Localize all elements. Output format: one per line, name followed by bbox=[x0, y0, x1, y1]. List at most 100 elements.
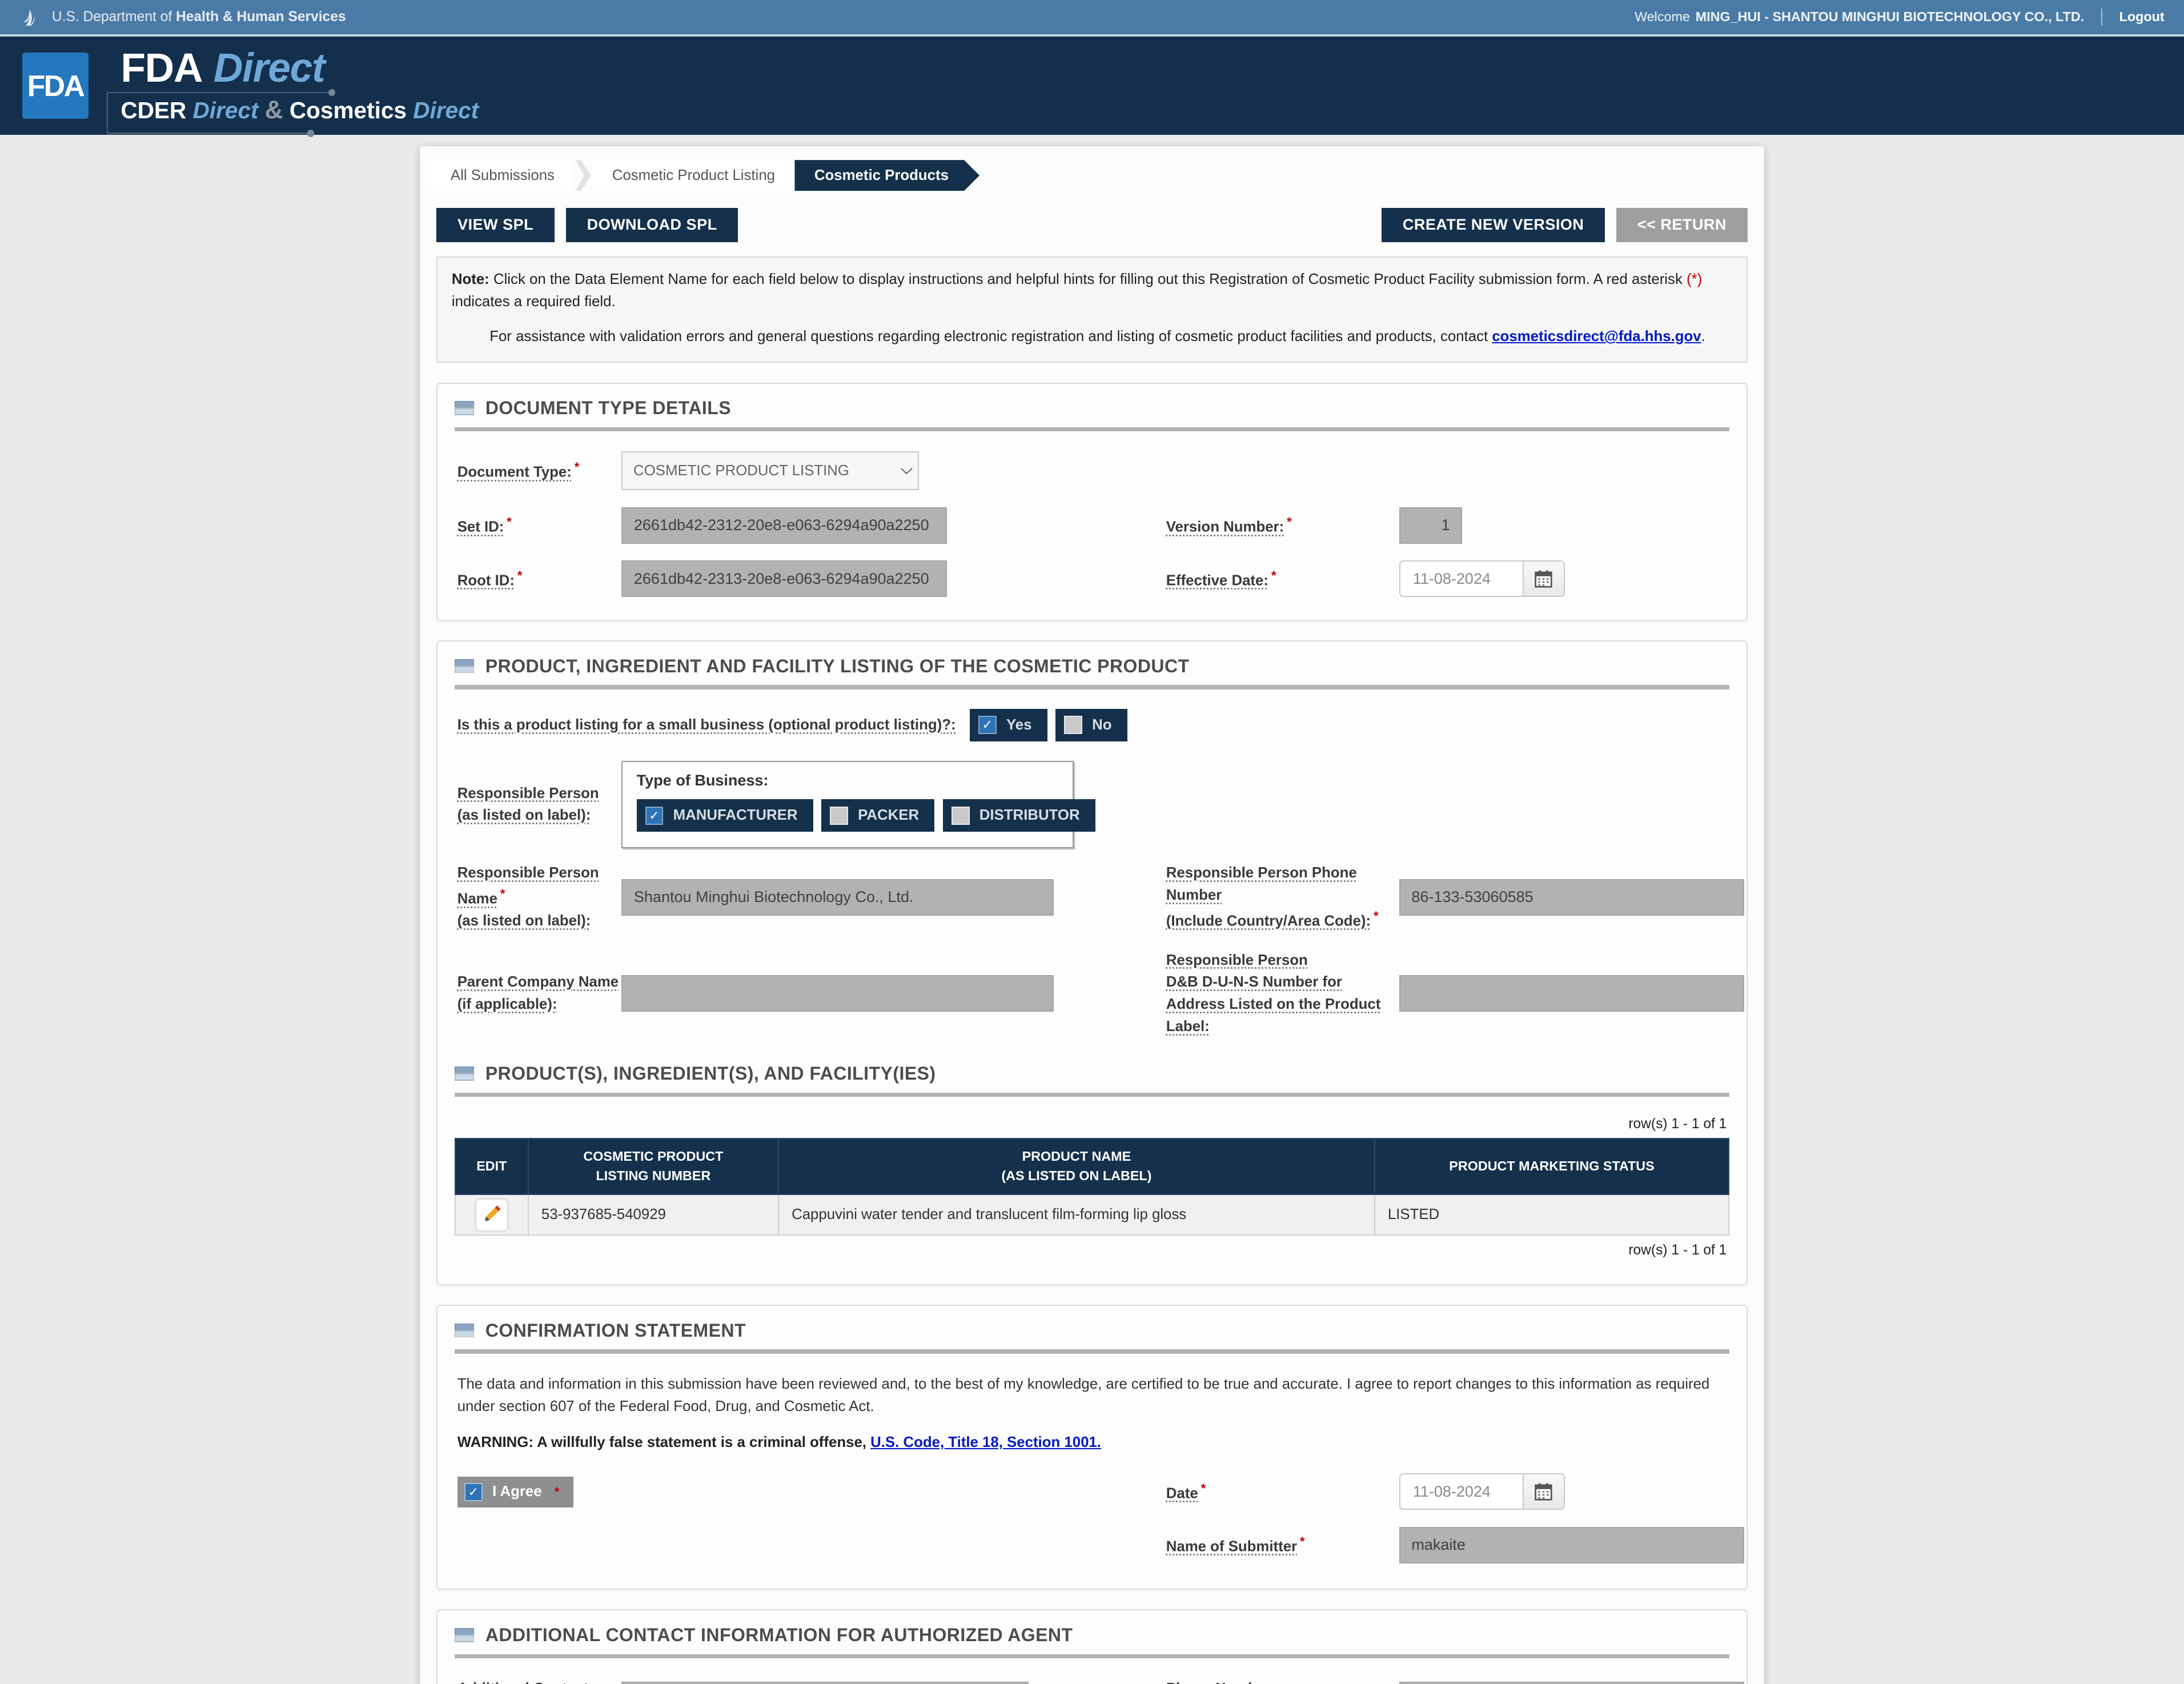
responsible-person-name-label[interactable]: Responsible Person Name*(as listed on la… bbox=[457, 862, 599, 932]
i-agree-toggle[interactable]: ✓ I Agree * bbox=[457, 1477, 573, 1507]
confirmation-date-field[interactable] bbox=[1399, 1473, 1523, 1510]
effective-date-label[interactable]: Effective Date:* bbox=[1166, 566, 1276, 592]
effective-date-calendar-button[interactable] bbox=[1523, 560, 1565, 597]
manufacturer-toggle[interactable]: ✓ MANUFACTURER bbox=[637, 799, 813, 832]
section-title: DOCUMENT TYPE DETAILS bbox=[485, 398, 731, 419]
unchecked-checkbox-icon bbox=[1064, 716, 1082, 734]
page-body: All Submissions Cosmetic Product Listing… bbox=[0, 135, 2184, 1684]
banner-rule-bottom bbox=[107, 133, 310, 134]
checked-checkbox-icon: ✓ bbox=[645, 807, 664, 825]
section-collapse-icon[interactable] bbox=[455, 1066, 474, 1081]
fda-direct-page: U.S. Department of Health & Human Servic… bbox=[0, 0, 2184, 1684]
banner-rule-left bbox=[107, 92, 108, 133]
small-business-no-toggle[interactable]: No bbox=[1055, 709, 1127, 741]
responsible-person-phone-field bbox=[1399, 879, 1745, 916]
topbar-divider bbox=[2101, 9, 2102, 25]
listing-number-column-header: COSMETIC PRODUCT LISTING NUMBER bbox=[528, 1138, 778, 1194]
confirmation-text: The data and information in this submiss… bbox=[457, 1373, 1727, 1417]
banner-rule-top bbox=[107, 92, 331, 93]
effective-date-group bbox=[1399, 560, 1745, 597]
parent-company-field bbox=[621, 975, 1054, 1012]
department-text: U.S. Department of Health & Human Servic… bbox=[52, 9, 346, 25]
rows-count-bottom: row(s) 1 - 1 of 1 bbox=[457, 1242, 1727, 1258]
section-header: CONFIRMATION STATEMENT bbox=[455, 1317, 1729, 1350]
products-table: EDIT COSMETIC PRODUCT LISTING NUMBER PRO… bbox=[455, 1138, 1729, 1236]
banner-title-block: FDA Direct CDER Direct & Cosmetics Direc… bbox=[107, 46, 479, 126]
edit-column-header: EDIT bbox=[455, 1138, 528, 1194]
cosmeticsdirect-email-link[interactable]: cosmeticsdirect@fda.hhs.gov bbox=[1492, 328, 1701, 344]
confirmation-date-calendar-button[interactable] bbox=[1523, 1473, 1565, 1510]
welcome-text: WelcomeMING_HUI - SHANTOU MINGHUI BIOTEC… bbox=[1635, 9, 2084, 25]
section-title: ADDITIONAL CONTACT INFORMATION FOR AUTHO… bbox=[485, 1625, 1073, 1646]
version-number-label[interactable]: Version Number:* bbox=[1166, 512, 1292, 538]
edit-row-button[interactable] bbox=[476, 1200, 507, 1230]
breadcrumb-cosmetic-products[interactable]: Cosmetic Products bbox=[794, 160, 979, 191]
document-type-select[interactable]: COSMETIC PRODUCT LISTING bbox=[621, 451, 919, 491]
confirmation-date-group bbox=[1399, 1473, 1745, 1510]
create-new-version-button[interactable]: CREATE NEW VERSION bbox=[1382, 208, 1605, 242]
breadcrumb-all-submissions[interactable]: All Submissions bbox=[431, 160, 574, 191]
name-of-submitter-label[interactable]: Name of Submitter* bbox=[1166, 1532, 1305, 1558]
subsection-title: PRODUCT(S), INGREDIENT(S), AND FACILITY(… bbox=[485, 1063, 936, 1084]
listing-number-cell: 53-937685-540929 bbox=[528, 1194, 778, 1235]
note-text: Note: Click on the Data Element Name for… bbox=[452, 268, 1732, 312]
view-spl-button[interactable]: VIEW SPL bbox=[436, 208, 555, 242]
section-header: ADDITIONAL CONTACT INFORMATION FOR AUTHO… bbox=[455, 1622, 1729, 1654]
section-collapse-icon[interactable] bbox=[455, 1628, 474, 1642]
set-id-label[interactable]: Set ID:* bbox=[457, 512, 512, 538]
section-header: PRODUCT, INGREDIENT AND FACILITY LISTING… bbox=[455, 653, 1729, 685]
section-rule bbox=[455, 1093, 1729, 1097]
set-id-field bbox=[621, 507, 947, 544]
us-code-link[interactable]: U.S. Code, Title 18, Section 1001. bbox=[870, 1434, 1101, 1450]
marketing-status-column-header: PRODUCT MARKETING STATUS bbox=[1375, 1138, 1729, 1194]
logout-link[interactable]: Logout bbox=[2119, 9, 2165, 25]
responsible-person-phone-label[interactable]: Responsible Person Phone Number(Include … bbox=[1166, 862, 1379, 932]
assistance-text: For assistance with validation errors an… bbox=[452, 326, 1732, 348]
responsible-person-name-field bbox=[621, 879, 1054, 916]
additional-contact-name-field bbox=[621, 1682, 1029, 1684]
type-of-business-toggle-group: ✓ MANUFACTURER PACKER DISTRIBUTOR bbox=[637, 799, 1058, 832]
note-box: Note: Click on the Data Element Name for… bbox=[436, 256, 1747, 363]
small-business-toggle-group: ✓ Yes No bbox=[970, 709, 1127, 741]
confirmation-statement-section: CONFIRMATION STATEMENT The data and info… bbox=[436, 1305, 1747, 1590]
return-button[interactable]: << RETURN bbox=[1616, 208, 1748, 242]
edit-pencil-icon bbox=[481, 1204, 502, 1225]
toolbar: VIEW SPL DOWNLOAD SPL CREATE NEW VERSION… bbox=[436, 208, 1747, 242]
section-collapse-icon[interactable] bbox=[455, 659, 474, 673]
section-collapse-icon[interactable] bbox=[455, 1324, 474, 1338]
unchecked-checkbox-icon bbox=[952, 807, 970, 825]
rows-count-top: row(s) 1 - 1 of 1 bbox=[457, 1116, 1727, 1132]
small-business-label[interactable]: Is this a product listing for a small bu… bbox=[457, 714, 956, 736]
date-label[interactable]: Date* bbox=[1166, 1479, 1206, 1505]
section-rule bbox=[455, 1349, 1729, 1353]
products-subsection-header: PRODUCT(S), INGREDIENT(S), AND FACILITY(… bbox=[455, 1060, 1729, 1093]
packer-toggle[interactable]: PACKER bbox=[821, 799, 934, 832]
distributor-toggle[interactable]: DISTRIBUTOR bbox=[943, 799, 1095, 832]
warning-text: WARNING: A willfully false statement is … bbox=[457, 1434, 1727, 1451]
root-id-label[interactable]: Root ID:* bbox=[457, 566, 523, 592]
calendar-icon bbox=[1533, 1481, 1554, 1502]
type-of-business-label: Type of Business: bbox=[637, 772, 1058, 789]
document-type-label[interactable]: Document Type:* bbox=[457, 458, 580, 483]
breadcrumb-cosmetic-product-listing[interactable]: Cosmetic Product Listing bbox=[592, 160, 794, 191]
fda-banner: FDA FDA Direct CDER Direct & Cosmetics D… bbox=[0, 37, 2184, 135]
additional-contact-name-label[interactable]: Additional Contact Name: bbox=[457, 1678, 588, 1684]
parent-company-label[interactable]: Parent Company Name (if applicable): bbox=[457, 971, 619, 1015]
duns-number-label[interactable]: Responsible Person D&B D-U-N-S Number fo… bbox=[1166, 949, 1381, 1038]
fda-logo: FDA bbox=[22, 53, 89, 119]
banner-title: FDA Direct bbox=[121, 46, 479, 91]
section-collapse-icon[interactable] bbox=[455, 401, 474, 415]
agent-phone-field bbox=[1399, 1682, 1745, 1684]
responsible-person-label[interactable]: Responsible Person (as listed on label): bbox=[457, 783, 599, 827]
breadcrumb: All Submissions Cosmetic Product Listing… bbox=[431, 160, 1753, 191]
content-panel: All Submissions Cosmetic Product Listing… bbox=[420, 146, 1764, 1684]
download-spl-button[interactable]: DOWNLOAD SPL bbox=[566, 208, 738, 242]
agent-phone-label[interactable]: Phone Number (Include Country/Area Code)… bbox=[1166, 1678, 1371, 1684]
hhs-eagle-icon bbox=[19, 5, 43, 29]
small-business-yes-toggle[interactable]: ✓ Yes bbox=[970, 709, 1047, 741]
breadcrumb-chevron-icon bbox=[576, 160, 591, 191]
effective-date-field[interactable] bbox=[1399, 560, 1523, 597]
product-name-cell: Cappuvini water tender and translucent f… bbox=[778, 1194, 1375, 1235]
government-topbar: U.S. Department of Health & Human Servic… bbox=[0, 0, 2184, 37]
additional-contact-section: ADDITIONAL CONTACT INFORMATION FOR AUTHO… bbox=[436, 1609, 1747, 1684]
